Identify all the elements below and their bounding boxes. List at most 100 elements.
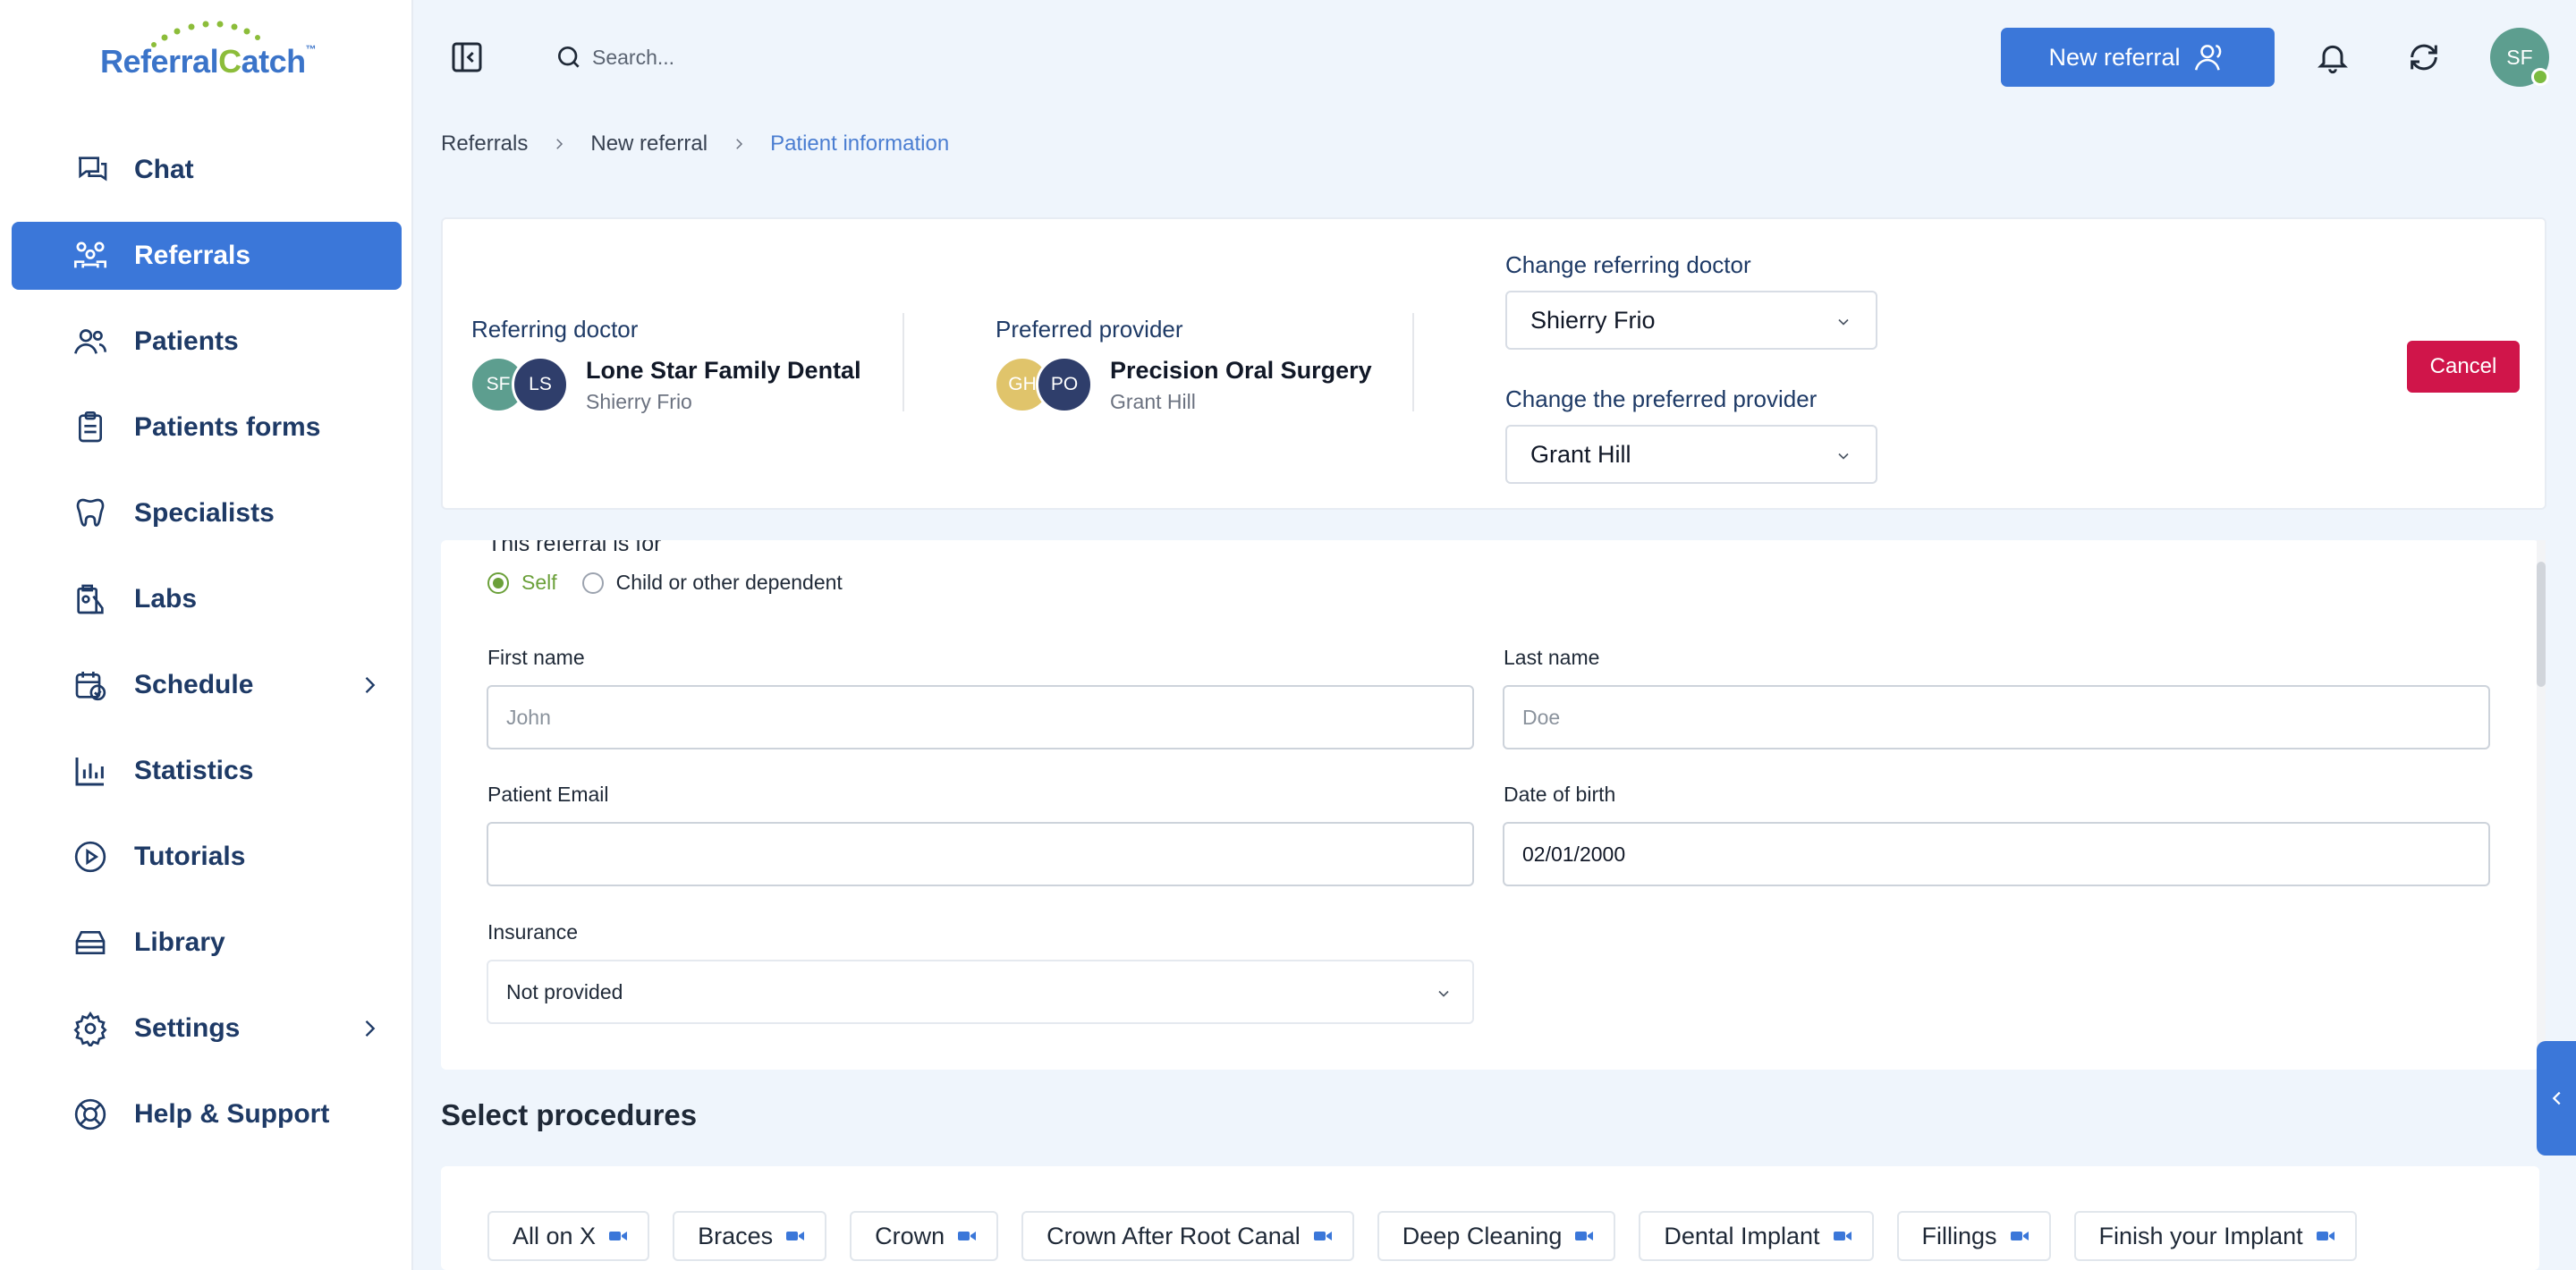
sidebar-item-patients[interactable]: Patients — [12, 308, 402, 376]
radio-self-label[interactable]: Self — [521, 571, 557, 595]
clipboard-icon — [72, 410, 108, 445]
last-name-field[interactable] — [1503, 685, 2490, 749]
video-icon — [786, 1232, 805, 1240]
breadcrumb-new-referral[interactable]: New referral — [590, 131, 708, 157]
video-icon — [1833, 1232, 1852, 1240]
collapse-sidebar-icon[interactable] — [449, 39, 485, 75]
sidebar-item-settings[interactable]: Settings — [12, 995, 402, 1063]
sidebar-item-statistics[interactable]: Statistics — [12, 737, 402, 805]
change-provider-label: Change the preferred provider — [1505, 385, 1818, 412]
insurance-label: Insurance — [487, 920, 579, 944]
sidebar-item-tutorials[interactable]: Tutorials — [12, 823, 402, 891]
referral-header-card: Referring doctor SF LS Lone Star Family … — [441, 217, 2546, 510]
procedure-chip[interactable]: All on X — [487, 1211, 650, 1261]
procedure-chip[interactable]: Finish your Implant — [2073, 1211, 2357, 1261]
bell-icon[interactable] — [2315, 39, 2351, 75]
sidebar-item-chat[interactable]: Chat — [12, 136, 402, 204]
radio-dependent[interactable] — [581, 572, 604, 594]
refresh-icon[interactable] — [2406, 39, 2442, 75]
procedure-chip[interactable]: Dental Implant — [1639, 1211, 1874, 1261]
users-icon — [72, 238, 108, 274]
date-of-birth-field[interactable] — [1503, 822, 2490, 886]
sidebar-item-schedule[interactable]: Schedule — [12, 651, 402, 719]
breadcrumb-patient-information: Patient information — [770, 131, 950, 156]
sidebar-item-label: Labs — [134, 584, 198, 614]
search-icon — [558, 47, 580, 68]
new-referral-button[interactable]: New referral — [2001, 28, 2275, 87]
breadcrumb-referrals[interactable]: Referrals — [441, 131, 528, 157]
sidebar-item-specialists[interactable]: Specialists — [12, 479, 402, 547]
video-icon — [1575, 1232, 1594, 1240]
insurance-select[interactable]: Not provided — [487, 960, 1474, 1024]
chevron-left-icon — [2552, 1091, 2561, 1105]
patient-email-field[interactable] — [487, 822, 1474, 886]
referring-practice-name: Lone Star Family Dental — [586, 357, 861, 384]
side-panel-toggle[interactable] — [2537, 1041, 2576, 1156]
user-add-icon — [2194, 45, 2221, 71]
sidebar-item-label: Chat — [134, 155, 194, 184]
form-title: This referral is for — [487, 540, 662, 556]
chevron-right-icon — [365, 677, 376, 693]
sidebar-item-label: Library — [134, 927, 225, 957]
lifebuoy-icon — [72, 1096, 108, 1132]
first-name-field[interactable] — [487, 685, 1474, 749]
sidebar-item-label: Statistics — [134, 756, 254, 785]
change-doctor-label: Change referring doctor — [1505, 251, 1751, 278]
patient-info-card: This referral is for Self Child or other… — [441, 540, 2539, 1070]
video-icon — [2010, 1232, 2029, 1240]
sidebar-item-label: Specialists — [134, 498, 275, 528]
last-name-label: Last name — [1504, 646, 1600, 669]
change-doctor-select[interactable]: Shierry Frio — [1505, 291, 1877, 350]
video-icon — [958, 1232, 977, 1240]
breadcrumb: Referrals New referral Patient informati… — [441, 131, 949, 157]
procedure-chip[interactable]: Fillings — [1896, 1211, 2051, 1261]
insurance-value: Not provided — [506, 979, 623, 1003]
sidebar-item-referrals[interactable]: Referrals — [12, 222, 402, 290]
new-referral-label: New referral — [2048, 43, 2181, 71]
procedure-chip[interactable]: Crown After Root Canal — [1021, 1211, 1354, 1261]
referral-for-radio-group: Self Child or other dependent — [487, 571, 843, 595]
video-icon — [1313, 1232, 1332, 1240]
patient-email-label: Patient Email — [487, 783, 609, 806]
procedure-chip[interactable]: Braces — [673, 1211, 827, 1261]
logo-text: ReferralCatch™ — [100, 43, 317, 80]
chevron-right-icon — [736, 139, 743, 149]
provider-name: Grant Hill — [1110, 390, 1196, 413]
date-of-birth-label: Date of birth — [1504, 783, 1616, 806]
change-doctor-value: Shierry Frio — [1530, 306, 1656, 334]
sidebar-item-patients-forms[interactable]: Patients forms — [12, 394, 402, 461]
chevron-right-icon — [556, 139, 564, 149]
video-icon — [609, 1232, 628, 1240]
calendar-icon — [72, 667, 108, 703]
preferred-provider-label: Preferred provider — [996, 316, 1183, 343]
sidebar-item-help-support[interactable]: Help & Support — [12, 1080, 402, 1148]
sidebar-item-label: Referrals — [134, 241, 251, 270]
search-input[interactable] — [592, 39, 1129, 75]
gear-icon — [72, 1011, 108, 1049]
referralcatch-logo[interactable]: ReferralCatch™ — [100, 18, 319, 82]
procedure-chip[interactable]: Deep Cleaning — [1377, 1211, 1616, 1261]
cancel-button[interactable]: Cancel — [2407, 341, 2520, 393]
procedure-chip[interactable]: Crown — [850, 1211, 999, 1261]
sidebar-item-library[interactable]: Library — [12, 909, 402, 977]
sidebar-item-label: Help & Support — [134, 1099, 330, 1129]
sidebar-item-label: Settings — [134, 1013, 241, 1043]
topbar: New referral SF — [413, 0, 2576, 113]
avatar: LS — [512, 356, 569, 413]
sidebar-item-label: Schedule — [134, 670, 254, 699]
radio-self[interactable] — [487, 572, 509, 594]
sidebar-item-labs[interactable]: Labs — [12, 565, 402, 633]
chevron-down-icon — [1838, 453, 1849, 460]
chevron-down-icon — [1838, 318, 1849, 326]
first-name-label: First name — [487, 646, 585, 669]
library-icon — [72, 925, 108, 961]
sidebar-item-label: Patients forms — [134, 412, 321, 442]
referring-doctor-label: Referring doctor — [471, 316, 639, 343]
avatar: PO — [1036, 356, 1093, 413]
video-icon — [2316, 1232, 2334, 1240]
online-status-dot — [2531, 68, 2549, 86]
scrollbar-thumb[interactable] — [2537, 562, 2546, 687]
radio-dependent-label[interactable]: Child or other dependent — [616, 571, 843, 595]
change-provider-value: Grant Hill — [1530, 440, 1631, 468]
change-provider-select[interactable]: Grant Hill — [1505, 425, 1877, 484]
